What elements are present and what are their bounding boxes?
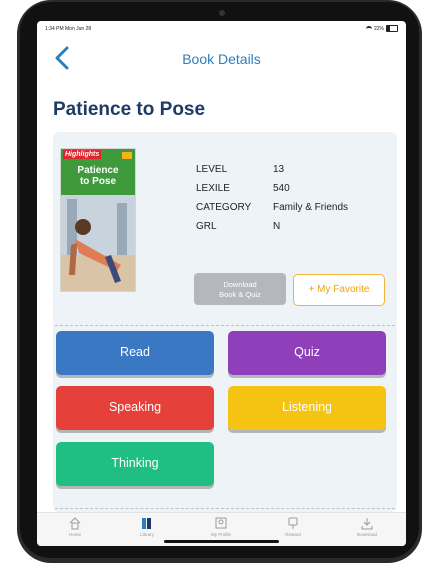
book-title: Patience to Pose <box>53 99 206 120</box>
status-indicators: 22% <box>365 25 398 32</box>
thinking-button[interactable]: Thinking <box>56 442 214 486</box>
tab-label: Download <box>356 532 377 537</box>
book-details-card: Highlights Patience to Pose LEVEL 13 LEX… <box>53 132 397 512</box>
wifi-icon <box>365 25 372 32</box>
meta-label: GRL <box>196 221 217 232</box>
speaking-button[interactable]: Speaking <box>56 386 214 430</box>
meta-row: CATEGORY Family & Friends <box>196 202 386 221</box>
cover-illustration <box>61 195 135 291</box>
divider <box>55 325 395 326</box>
home-icon <box>69 517 81 530</box>
tab-download[interactable]: Download <box>337 516 397 537</box>
battery-icon <box>386 25 398 32</box>
reward-icon <box>288 517 298 529</box>
tab-label: Reward <box>285 532 301 537</box>
tab-label: Home <box>68 532 81 537</box>
download-label-line1: Download <box>223 280 257 289</box>
tab-library[interactable]: Library <box>117 516 177 537</box>
cover-brand: Highlights <box>63 150 102 159</box>
cover-title-line1: Patience <box>77 165 119 176</box>
profile-icon <box>215 517 227 529</box>
meta-row: GRL N <box>196 221 386 240</box>
meta-value: 540 <box>273 183 290 194</box>
download-button[interactable]: Download Book & Quiz <box>194 273 286 305</box>
nav-title: Book Details <box>182 51 261 67</box>
favorite-button[interactable]: + My Favorite <box>293 274 385 306</box>
meta-value: N <box>273 221 281 232</box>
quiz-button[interactable]: Quiz <box>228 331 386 375</box>
cover-title-line2: to Pose <box>79 176 117 187</box>
app-screen: 1:34 PM Mon Jun 28 22% Book Details Pati… <box>37 21 406 546</box>
divider <box>55 508 395 509</box>
tab-label: Library <box>140 532 154 537</box>
meta-row: LEXILE 540 <box>196 183 386 202</box>
status-bar: 1:34 PM Mon Jun 28 22% <box>37 21 406 37</box>
meta-value: Family & Friends <box>273 202 349 213</box>
library-icon <box>142 518 151 529</box>
meta-label: LEVEL <box>196 164 228 175</box>
meta-label: LEXILE <box>196 183 230 194</box>
camera <box>219 10 225 16</box>
tab-home[interactable]: Home <box>45 516 105 537</box>
cover-title: Patience to Pose <box>61 165 135 187</box>
tab-my-profile[interactable]: My Profile <box>191 516 251 537</box>
cover-badge <box>122 152 132 159</box>
download-icon <box>361 518 373 530</box>
home-indicator[interactable] <box>164 540 279 543</box>
book-meta: LEVEL 13 LEXILE 540 CATEGORY Family & Fr… <box>196 164 386 240</box>
meta-row: LEVEL 13 <box>196 164 386 183</box>
tab-reward[interactable]: Reward <box>263 516 323 537</box>
meta-value: 13 <box>273 164 285 175</box>
listening-button[interactable]: Listening <box>228 386 386 430</box>
tab-label: My Profile <box>210 532 231 537</box>
meta-label: CATEGORY <box>196 202 252 213</box>
nav-bar: Book Details <box>37 37 406 81</box>
download-label-line2: Book & Quiz <box>219 290 261 299</box>
status-time: 1:34 PM Mon Jun 28 <box>45 26 92 32</box>
book-cover[interactable]: Highlights Patience to Pose <box>60 148 136 292</box>
battery-percent: 22% <box>373 25 384 32</box>
read-button[interactable]: Read <box>56 331 214 375</box>
